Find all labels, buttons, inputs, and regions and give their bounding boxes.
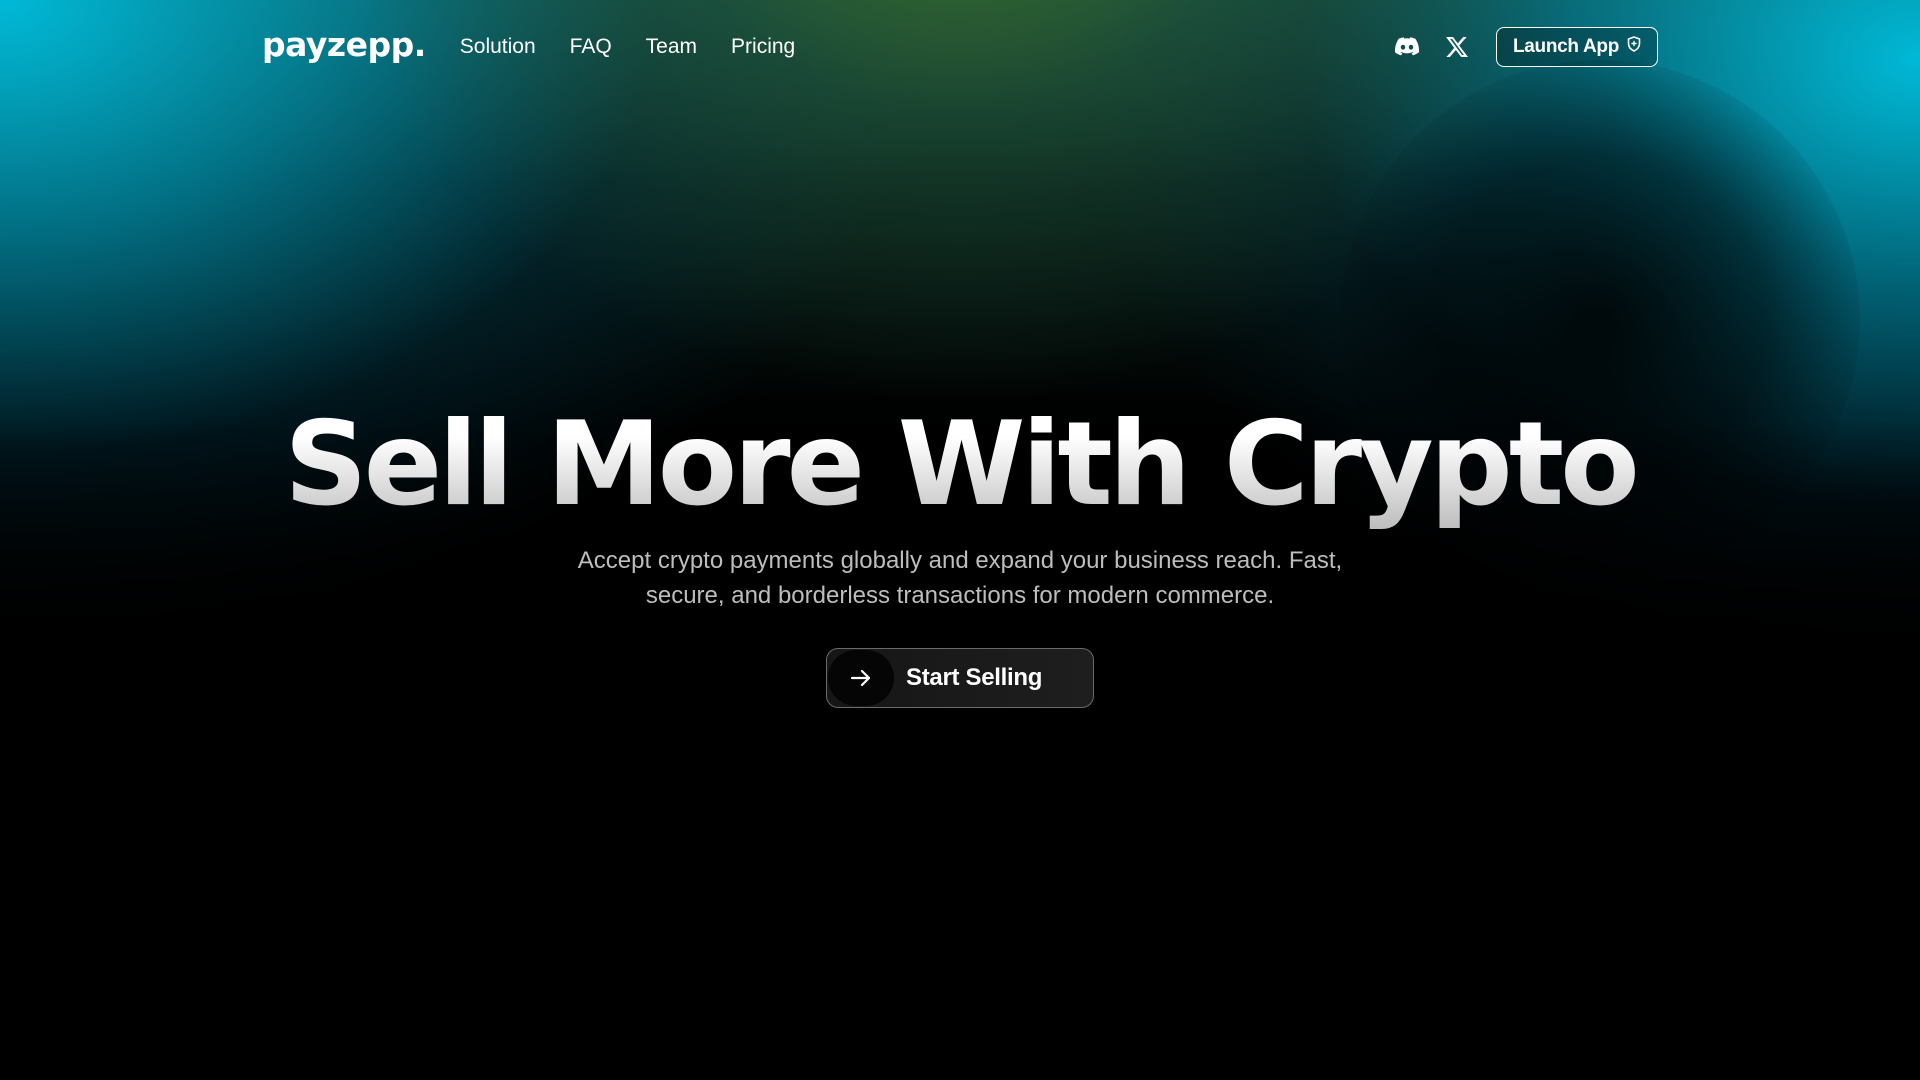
discord-icon[interactable] xyxy=(1394,34,1420,60)
launch-app-label: Launch App xyxy=(1512,36,1620,57)
top-navigation: payzepp. Solution FAQ Team Pricing Launc… xyxy=(262,20,1658,74)
x-twitter-icon[interactable] xyxy=(1444,34,1470,60)
nav-links: Solution FAQ Team Pricing xyxy=(460,35,795,59)
landing-page: payzepp. Solution FAQ Team Pricing Launc… xyxy=(0,0,1920,1080)
hero-subtitle-line-1: Accept crypto payments globally and expa… xyxy=(577,547,1343,574)
nav-actions: Launch App xyxy=(1394,27,1658,67)
start-selling-button[interactable]: Start Selling xyxy=(826,648,1094,708)
launch-app-button[interactable]: Launch App xyxy=(1496,27,1658,67)
hero-title: Sell More With Crypto xyxy=(0,395,1920,535)
hero-subtitle: Accept crypto payments globally and expa… xyxy=(460,543,1460,613)
hero-subtitle-line-2: secure, and borderless transactions for … xyxy=(645,582,1275,609)
nav-link-solution[interactable]: Solution xyxy=(460,35,536,59)
nav-link-pricing[interactable]: Pricing xyxy=(731,35,795,59)
arrow-right-icon xyxy=(828,650,894,706)
nav-link-team[interactable]: Team xyxy=(646,35,697,59)
nav-link-faq[interactable]: FAQ xyxy=(570,35,612,59)
start-selling-label: Start Selling xyxy=(906,664,1043,691)
brand-logo[interactable]: payzepp. xyxy=(262,25,426,64)
shield-icon xyxy=(1627,36,1641,58)
